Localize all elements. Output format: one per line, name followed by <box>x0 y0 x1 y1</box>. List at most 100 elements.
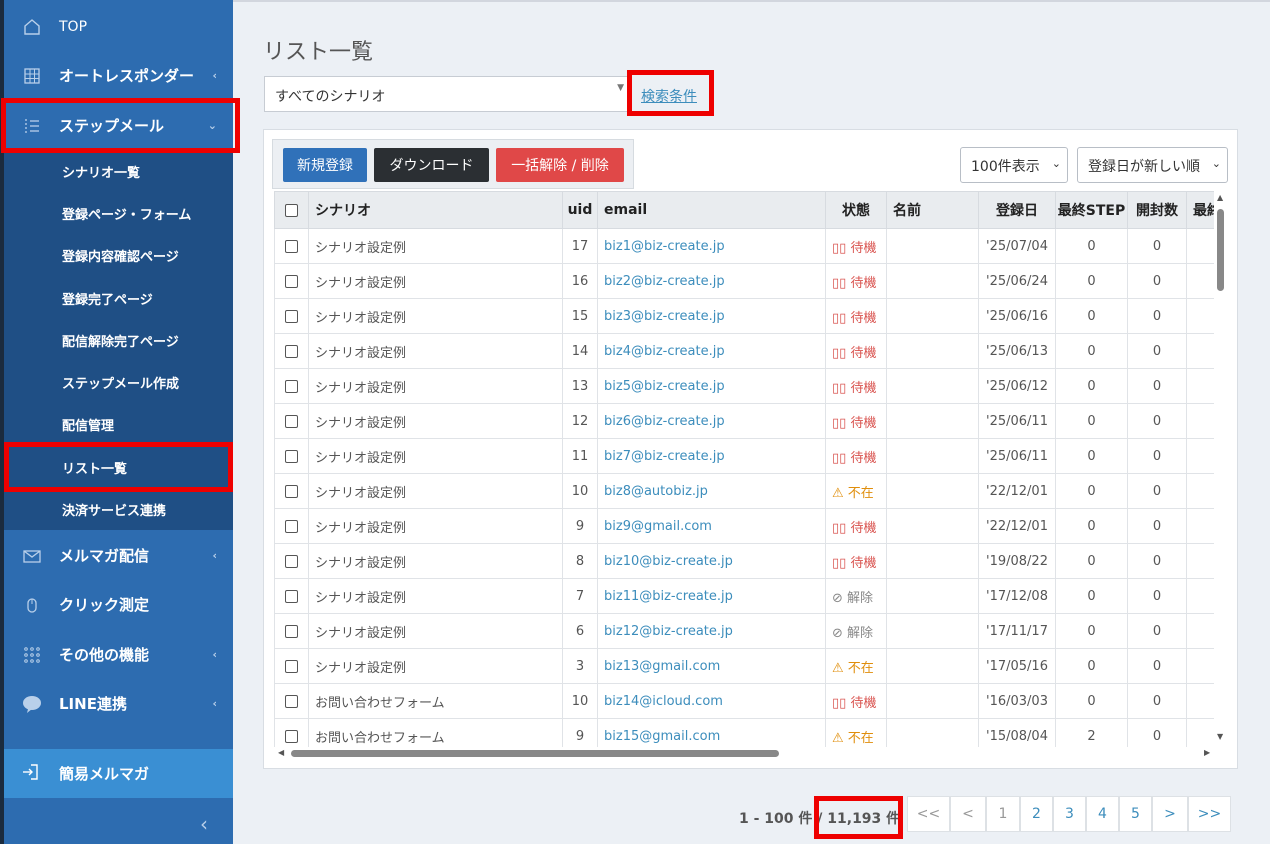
collapse-sidebar-icon[interactable]: ‹ <box>200 812 208 836</box>
row-checkbox[interactable] <box>285 239 298 253</box>
bulk-cancel-delete-button[interactable]: 一括解除 / 削除 <box>496 148 624 182</box>
submenu-complete-page[interactable]: 登録完了ページ <box>62 289 153 309</box>
row-checkbox[interactable] <box>285 309 298 323</box>
row-checkbox-cell[interactable] <box>274 333 309 369</box>
nav-autoresponder[interactable]: オートレスポンダー ‹ <box>4 51 233 100</box>
row-checkbox-cell[interactable] <box>274 683 309 719</box>
submenu-confirm-page[interactable]: 登録内容確認ページ <box>62 246 179 266</box>
header-status[interactable]: 状態 <box>825 191 887 229</box>
submenu-scenario-list[interactable]: シナリオ一覧 <box>62 162 140 182</box>
search-conditions-link[interactable]: 検索条件 <box>641 86 697 106</box>
table-row[interactable]: お問い合わせフォーム 9 biz15@gmail.com ⚠ 不在 '15/08/04 2… <box>274 718 1214 747</box>
scenario-select[interactable]: すべてのシナリオ ▼ <box>264 76 630 112</box>
header-scenario[interactable]: シナリオ <box>308 191 563 229</box>
cell-email[interactable]: biz2@biz-create.jp <box>597 263 826 299</box>
page-last[interactable]: >> <box>1188 796 1231 832</box>
cell-email[interactable]: biz10@biz-create.jp <box>597 543 826 579</box>
header-uid[interactable]: uid <box>562 191 598 229</box>
nav-line[interactable]: LINE連携 ‹ <box>4 679 233 728</box>
row-checkbox-cell[interactable] <box>274 403 309 439</box>
row-checkbox-cell[interactable] <box>274 228 309 264</box>
new-register-button[interactable]: 新規登録 <box>283 148 367 182</box>
row-checkbox-cell[interactable] <box>274 438 309 474</box>
cell-email[interactable]: biz8@autobiz.jp <box>597 473 826 509</box>
scroll-thumb[interactable] <box>1217 209 1224 291</box>
row-checkbox[interactable] <box>285 694 298 708</box>
row-checkbox-cell[interactable] <box>274 613 309 649</box>
scroll-down-icon[interactable]: ▼ <box>1217 732 1223 741</box>
header-email[interactable]: email <box>597 191 826 229</box>
cell-email[interactable]: biz12@biz-create.jp <box>597 613 826 649</box>
page-first[interactable]: << <box>907 796 950 832</box>
nav-mailmag[interactable]: メルマガ配信 ‹ <box>4 531 233 580</box>
row-checkbox[interactable] <box>285 624 298 638</box>
row-checkbox[interactable] <box>285 449 298 463</box>
row-checkbox[interactable] <box>285 344 298 358</box>
table-row[interactable]: シナリオ設定例 16 biz2@biz-create.jp ▯▯ 待機 '25/06/2… <box>274 263 1214 299</box>
submenu-list[interactable]: リスト一覧 <box>62 458 127 478</box>
table-row[interactable]: シナリオ設定例 8 biz10@biz-create.jp ▯▯ 待機 '19/08/2… <box>274 543 1214 579</box>
table-row[interactable]: シナリオ設定例 11 biz7@biz-create.jp ▯▯ 待機 '25/06/1… <box>274 438 1214 474</box>
table-row[interactable]: シナリオ設定例 14 biz4@biz-create.jp ▯▯ 待機 '25/06/1… <box>274 333 1214 369</box>
row-checkbox-cell[interactable] <box>274 298 309 334</box>
scroll-right-icon[interactable]: ▶ <box>1204 748 1210 757</box>
page-4[interactable]: 4 <box>1086 796 1119 832</box>
scroll-thumb[interactable] <box>291 750 779 757</box>
table-row[interactable]: シナリオ設定例 13 biz5@biz-create.jp ▯▯ 待機 '25/06/1… <box>274 368 1214 404</box>
header-date[interactable]: 登録日 <box>978 191 1056 229</box>
header-last-step[interactable]: 最終STEP <box>1055 191 1128 229</box>
page-prev[interactable]: < <box>950 796 986 832</box>
cell-email[interactable]: biz5@biz-create.jp <box>597 368 826 404</box>
submenu-unsubscribe-page[interactable]: 配信解除完了ページ <box>62 331 179 351</box>
submenu-stepmail-create[interactable]: ステップメール作成 <box>62 373 179 393</box>
cell-email[interactable]: biz3@biz-create.jp <box>597 298 826 334</box>
table-row[interactable]: シナリオ設定例 12 biz6@biz-create.jp ▯▯ 待機 '25/06/1… <box>274 403 1214 439</box>
submenu-payment[interactable]: 決済サービス連携 <box>62 500 166 520</box>
download-button[interactable]: ダウンロード <box>374 148 489 182</box>
row-checkbox-cell[interactable] <box>274 368 309 404</box>
cell-email[interactable]: biz9@gmail.com <box>597 508 826 544</box>
table-row[interactable]: シナリオ設定例 9 biz9@gmail.com ▯▯ 待機 '22/12/01 0 0 <box>274 508 1214 544</box>
cell-email[interactable]: biz6@biz-create.jp <box>597 403 826 439</box>
page-next[interactable]: > <box>1152 796 1188 832</box>
row-checkbox[interactable] <box>285 379 298 393</box>
header-open-count[interactable]: 開封数 <box>1127 191 1187 229</box>
cell-email[interactable]: biz4@biz-create.jp <box>597 333 826 369</box>
table-row[interactable]: シナリオ設定例 10 biz8@autobiz.jp ⚠ 不在 '22/12/01 0 0 <box>274 473 1214 509</box>
cell-email[interactable]: biz14@icloud.com <box>597 683 826 719</box>
page-2[interactable]: 2 <box>1020 796 1053 832</box>
page-1[interactable]: 1 <box>986 796 1020 832</box>
table-row[interactable]: シナリオ設定例 17 biz1@biz-create.jp ▯▯ 待機 '25/07/0… <box>274 228 1214 264</box>
header-last[interactable]: 最終 <box>1186 191 1214 229</box>
select-all-header[interactable] <box>274 191 309 229</box>
table-row[interactable]: シナリオ設定例 15 biz3@biz-create.jp ▯▯ 待機 '25/06/1… <box>274 298 1214 334</box>
scroll-up-icon[interactable]: ▲ <box>1217 193 1223 202</box>
scroll-left-icon[interactable]: ◀ <box>278 748 284 757</box>
row-checkbox-cell[interactable] <box>274 263 309 299</box>
cell-email[interactable]: biz13@gmail.com <box>597 648 826 684</box>
cell-email[interactable]: biz1@biz-create.jp <box>597 228 826 264</box>
row-checkbox[interactable] <box>285 589 298 603</box>
table-row[interactable]: お問い合わせフォーム 10 biz14@icloud.com ▯▯ 待機 '16/03/… <box>274 683 1214 719</box>
row-checkbox-cell[interactable] <box>274 718 309 747</box>
horizontal-scrollbar[interactable]: ◀ ▶ <box>274 747 1214 761</box>
select-all-checkbox[interactable] <box>285 203 298 217</box>
nav-top[interactable]: TOP <box>4 2 233 51</box>
vertical-scrollbar[interactable]: ▲ ▼ <box>1214 191 1228 747</box>
page-5[interactable]: 5 <box>1119 796 1152 832</box>
sort-select[interactable]: 登録日が新しい順 ⌄ <box>1077 147 1228 183</box>
row-checkbox-cell[interactable] <box>274 508 309 544</box>
row-checkbox[interactable] <box>285 659 298 673</box>
page-3[interactable]: 3 <box>1053 796 1086 832</box>
header-name[interactable]: 名前 <box>886 191 979 229</box>
per-page-select[interactable]: 100件表示 ⌄ <box>960 147 1068 183</box>
row-checkbox-cell[interactable] <box>274 543 309 579</box>
row-checkbox[interactable] <box>285 484 298 498</box>
cell-email[interactable]: biz15@gmail.com <box>597 718 826 747</box>
nav-click[interactable]: クリック測定 <box>4 580 233 629</box>
cell-email[interactable]: biz7@biz-create.jp <box>597 438 826 474</box>
table-row[interactable]: シナリオ設定例 6 biz12@biz-create.jp ⊘ 解除 '17/11/17… <box>274 613 1214 649</box>
submenu-register-form[interactable]: 登録ページ・フォーム <box>62 204 191 224</box>
nav-stepmail[interactable]: ステップメール ⌄ <box>4 101 233 150</box>
row-checkbox[interactable] <box>285 414 298 428</box>
